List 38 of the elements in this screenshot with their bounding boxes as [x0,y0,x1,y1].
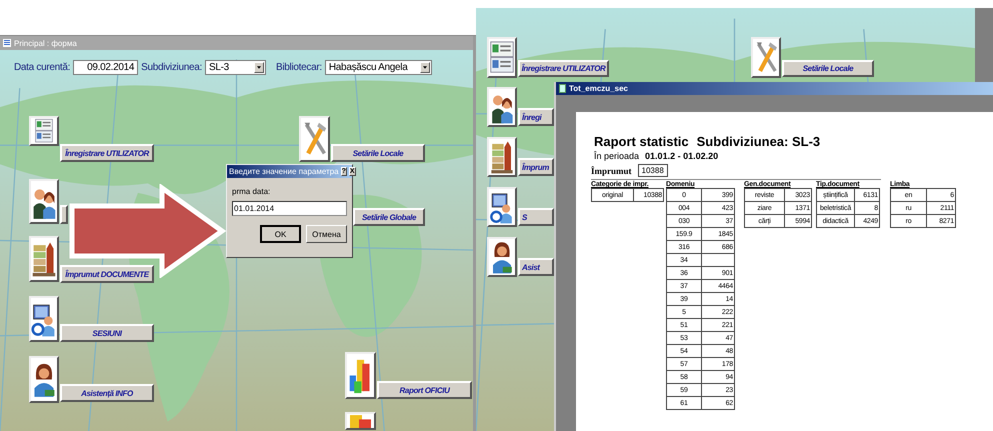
menu-button[interactable]: Înregistrare UTILIZATOR [60,144,154,162]
table-cell [702,254,734,266]
menu-button[interactable]: Asist [518,258,554,276]
menu-button[interactable]: Înregistrare UTILIZATOR [518,60,609,77]
total-value: 10388 [638,164,668,177]
dialog-title: Введите значение параметра [229,167,339,176]
window-title: Principal : форма [14,38,77,48]
date-field[interactable]: 09.02.2014 [73,60,138,75]
input-field[interactable]: 01.01.2014 [232,201,347,216]
menu-button[interactable]: S [518,208,554,226]
books-icon [489,139,515,175]
period-label: În perioada [594,151,640,161]
subdivision-dropdown[interactable]: SL-3 [205,60,266,75]
form-icon [3,39,11,47]
report-heading: Raport statistic [594,134,689,149]
window-title: Tot_emczu_sec [569,84,628,93]
prompt-label: prma data: [232,187,272,196]
menu-button[interactable]: Setările Locale [331,144,425,162]
librarian-dropdown[interactable]: Habașăscu Angela [324,60,432,75]
menu-button[interactable]: Raport OFICIU [377,381,472,399]
subdivision-label: Subdiviziunea: [141,62,202,73]
report-subdivision: Subdiviziunea: SL-3 [696,134,820,149]
report-icon [559,84,566,93]
total-label: Împrumut [591,166,632,176]
menu-button[interactable]: SESIUNI [60,324,154,342]
period-value: 01.01.2 - 01.02.20 [645,151,718,161]
menu-button[interactable]: Asistență INFO [60,384,154,402]
menu-button[interactable]: Setările Globale [353,208,425,226]
ok-button[interactable]: OK [260,225,301,243]
date-label: Data curentă: [14,62,70,73]
bar-chart-icon [347,414,374,428]
librarian-label: Bibliotecar: [276,62,322,73]
menu-button[interactable]: Setările Locale [782,60,874,77]
menu-button[interactable]: Înregi [518,108,554,126]
menu-button[interactable] [60,205,68,224]
menu-button[interactable]: Împrum [518,158,554,176]
menu-button[interactable]: Împrumut DOCUMENTE [60,265,154,283]
cancel-button[interactable]: Отмена [306,225,347,243]
